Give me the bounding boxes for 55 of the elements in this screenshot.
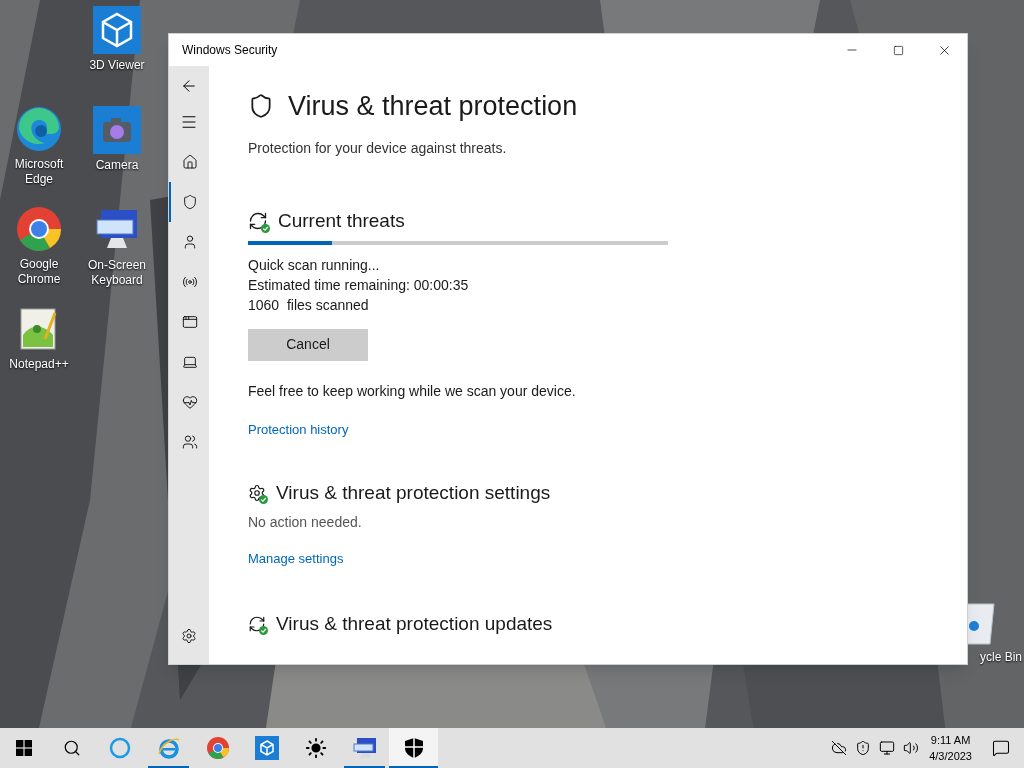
clock-button[interactable]: 9:11 AM 4/3/2023 [923, 728, 978, 768]
desktop-icon-label[interactable]: 3D Viewer [89, 58, 145, 73]
scan-status-text: Quick scan running... [248, 255, 381, 275]
antenna-icon [182, 274, 198, 290]
scan-status-text: 1060 files scanned [248, 295, 370, 315]
maximize-icon [892, 44, 904, 56]
taskbar-app[interactable] [389, 728, 438, 768]
camera-icon [93, 106, 141, 154]
desktop-icon-label[interactable]: Notepad++ [9, 357, 69, 372]
desktop-icon-label[interactable]: Microsoft Edge [0, 157, 78, 187]
section-title: Virus & threat protection updates [276, 612, 553, 636]
settings-icon [181, 628, 197, 644]
window-title: Windows Security [181, 42, 279, 59]
shield-icon [403, 737, 424, 759]
cloud-off-icon [831, 740, 848, 756]
speech-bubble-icon [992, 739, 1010, 757]
keyboard-monitor-icon [351, 736, 378, 760]
volume-icon [903, 740, 920, 756]
menu-icon [180, 113, 198, 131]
gears-check-icon [248, 484, 266, 503]
heart-pulse-icon [182, 394, 198, 410]
shield-alert-icon [855, 740, 872, 756]
e-logo-icon [156, 736, 181, 760]
page-subtitle: Protection for your device against threats. [248, 139, 508, 158]
section-title: Current threats [278, 209, 405, 233]
windows-logo-icon [16, 740, 32, 756]
page-title: Virus & threat protection [288, 90, 578, 123]
cube-icon [254, 736, 279, 760]
scan-status-text: Estimated time remaining: 00:00:35 [248, 275, 470, 295]
sun-icon [304, 737, 327, 759]
ring-icon [109, 737, 131, 759]
chrome-logo-icon [15, 205, 63, 253]
swirl-icon [15, 105, 63, 153]
search-icon [63, 739, 81, 757]
person-icon [182, 234, 198, 250]
chrome-logo-icon [205, 736, 230, 760]
cube-icon [93, 6, 141, 54]
refresh-check-icon [248, 615, 266, 634]
network-icon [879, 740, 896, 756]
manage-settings-link[interactable]: Manage settings [248, 548, 344, 568]
desktop-icon-label[interactable]: On-Screen Keyboard [78, 258, 156, 288]
desktop-icon-label[interactable]: ycle Bin [969, 650, 1022, 665]
desktop-icon-label[interactable]: Camera [95, 158, 139, 173]
shield-icon [182, 194, 198, 210]
info-text: Feel free to keep working while we scan your device. [248, 381, 577, 401]
status-text: No action needed. [248, 512, 363, 532]
desktop-icon-label[interactable]: Google Chrome [0, 257, 78, 287]
cancel-button[interactable]: Cancel [248, 328, 368, 361]
shield-icon [248, 93, 274, 119]
section-title: Virus & threat protection settings [276, 481, 551, 505]
laptop-icon [182, 354, 198, 370]
people-icon [182, 434, 198, 450]
protection-history-link[interactable]: Protection history [248, 419, 349, 439]
home-icon [182, 154, 198, 170]
browser-window-icon [182, 314, 198, 330]
